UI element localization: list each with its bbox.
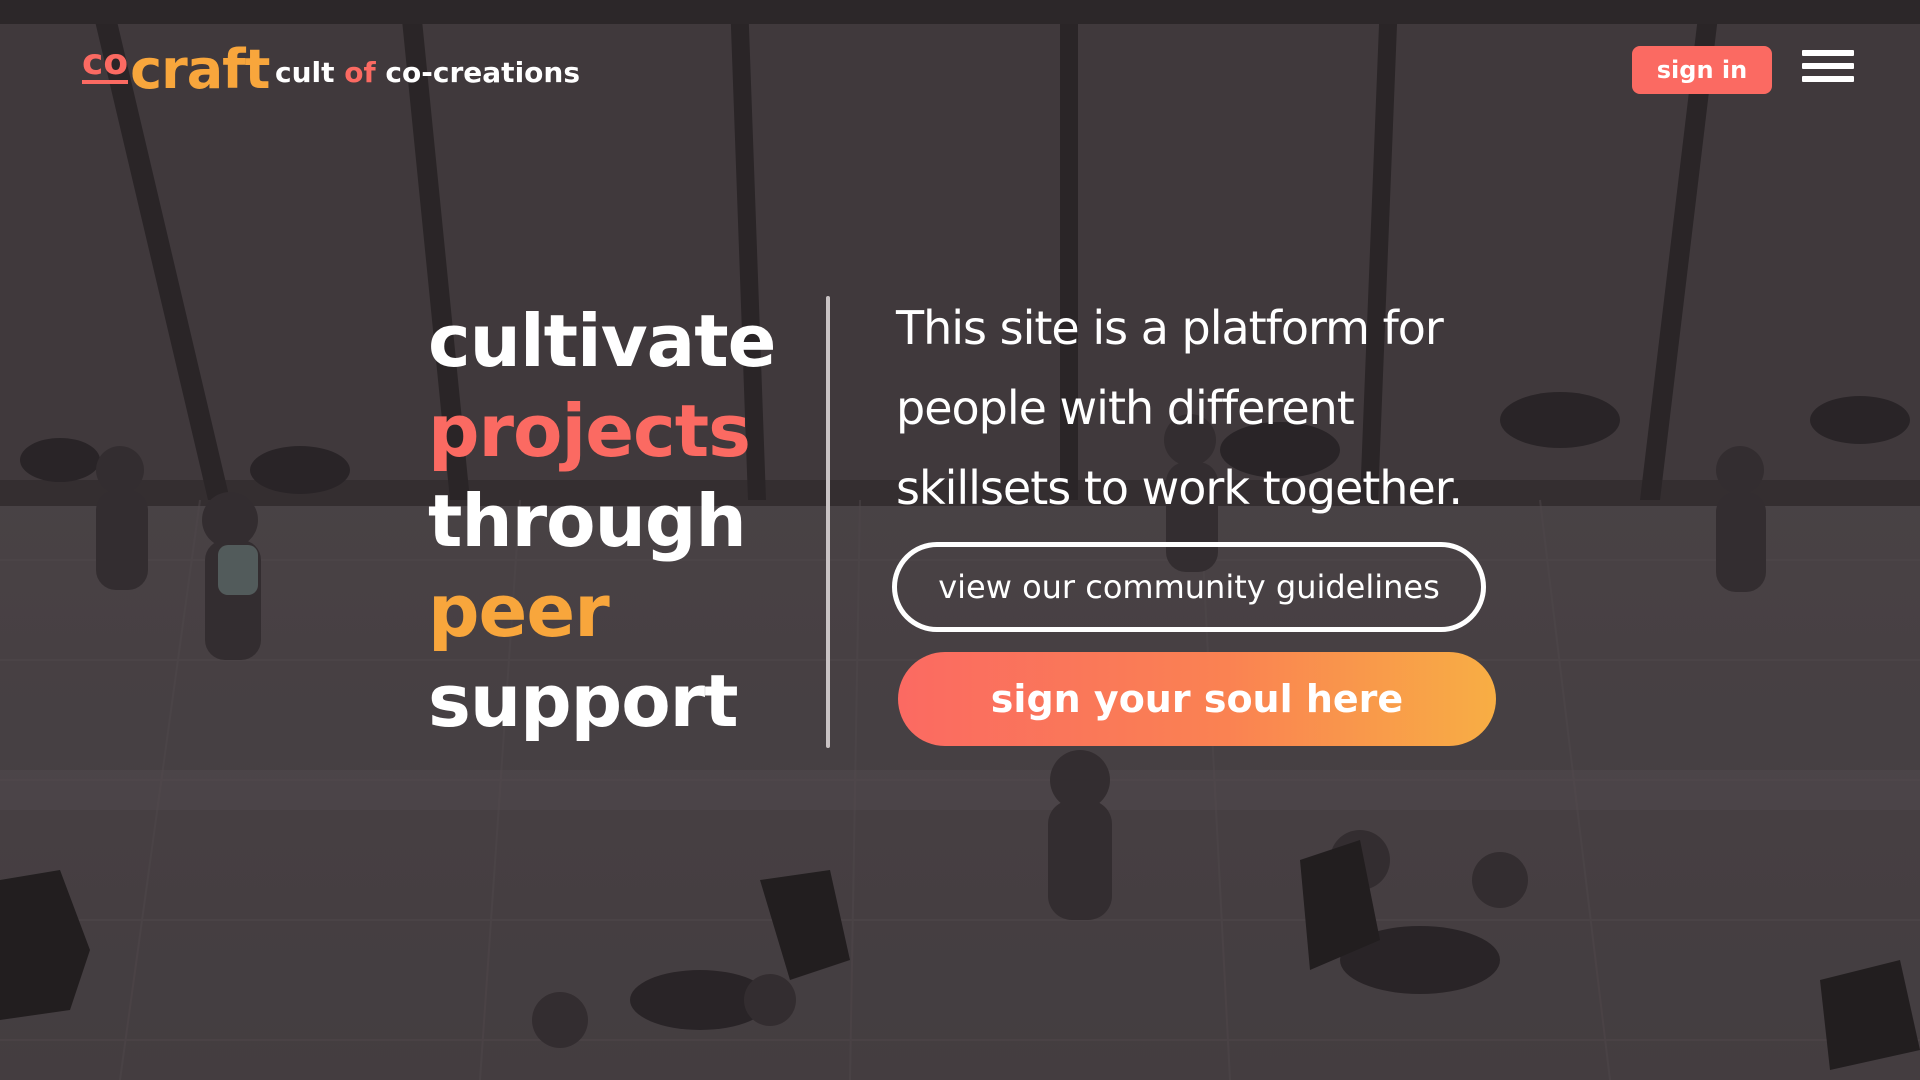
hero-word-cultivate: cultivate (428, 299, 776, 383)
cocraft-logo[interactable]: co craft (82, 38, 270, 102)
hero-word-projects: projects (428, 389, 751, 473)
tagline-part1: cult (275, 56, 345, 89)
sign-in-button[interactable]: sign in (1632, 46, 1772, 94)
logo-craft: craft (130, 38, 270, 101)
tagline-part2: co-creations (375, 56, 580, 89)
hero-word-through: through (428, 479, 747, 563)
hero-word-support: support (428, 659, 739, 743)
background-dim-overlay (0, 0, 1920, 1080)
community-guidelines-button[interactable]: view our community guidelines (892, 542, 1486, 632)
site-tagline: cult of co-creations (275, 56, 580, 89)
menu-bar-top (1802, 50, 1854, 56)
hero-divider (826, 296, 830, 748)
logo-co: co (82, 42, 129, 84)
hero-headline: cultivate projects through peer support (428, 296, 776, 746)
landing-page: co craft cult of co-creations sign in cu… (0, 0, 1920, 1080)
hero-word-peer: peer (428, 569, 610, 653)
tagline-accent: of (344, 56, 376, 89)
menu-bar-middle (1802, 63, 1854, 69)
sign-up-button[interactable]: sign your soul here (898, 652, 1496, 746)
hero-description: This site is a platform for people with … (896, 301, 1463, 515)
hamburger-menu-icon[interactable] (1802, 50, 1854, 88)
menu-bar-bottom (1802, 76, 1854, 82)
